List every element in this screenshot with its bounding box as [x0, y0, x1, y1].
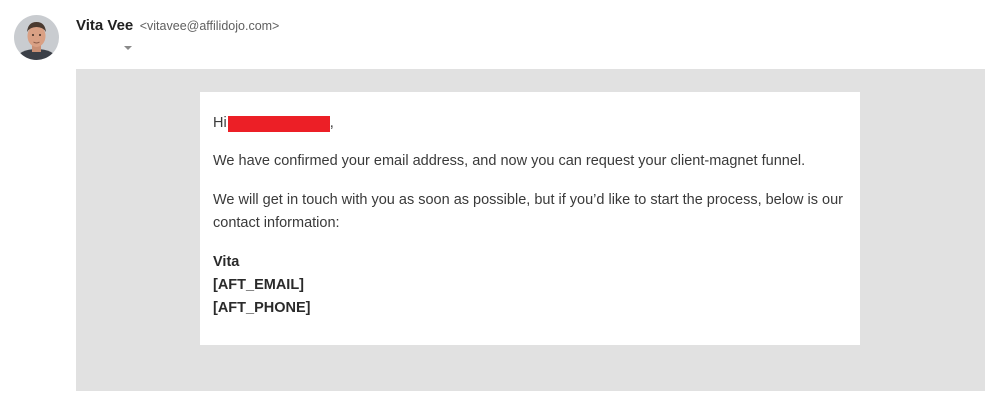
- sender-email: <vitavee@affilidojo.com>: [139, 19, 280, 33]
- sender-name[interactable]: Vita Vee: [76, 17, 133, 34]
- signature-name: Vita: [213, 254, 240, 270]
- sender-line: Vita Vee <vitavee@affilidojo.com>: [76, 17, 279, 35]
- email-body: Hi , We have confirmed your email addres…: [76, 69, 985, 391]
- email-view: Vita Vee <vitavee@affilidojo.com> Hi , W…: [0, 0, 999, 407]
- signature-phone: [AFT_PHONE]: [213, 300, 311, 316]
- paragraph-contact: We will get in touch with you as soon as…: [213, 192, 843, 231]
- greeting-suffix: ,: [329, 115, 334, 131]
- message-card: Hi , We have confirmed your email addres…: [200, 92, 860, 345]
- redaction-block: [227, 115, 330, 132]
- show-details-caret-icon[interactable]: [122, 44, 134, 52]
- paragraph-confirmation: We have confirmed your email address, an…: [213, 153, 806, 169]
- signature-block: Vita [AFT_EMAIL] [AFT_PHONE]: [213, 251, 847, 320]
- avatar-photo: [14, 15, 59, 60]
- signature-email: [AFT_EMAIL]: [213, 277, 305, 293]
- greeting-line: Hi ,: [213, 112, 847, 135]
- sender-avatar[interactable]: [14, 15, 59, 60]
- greeting-prefix: Hi: [213, 115, 227, 131]
